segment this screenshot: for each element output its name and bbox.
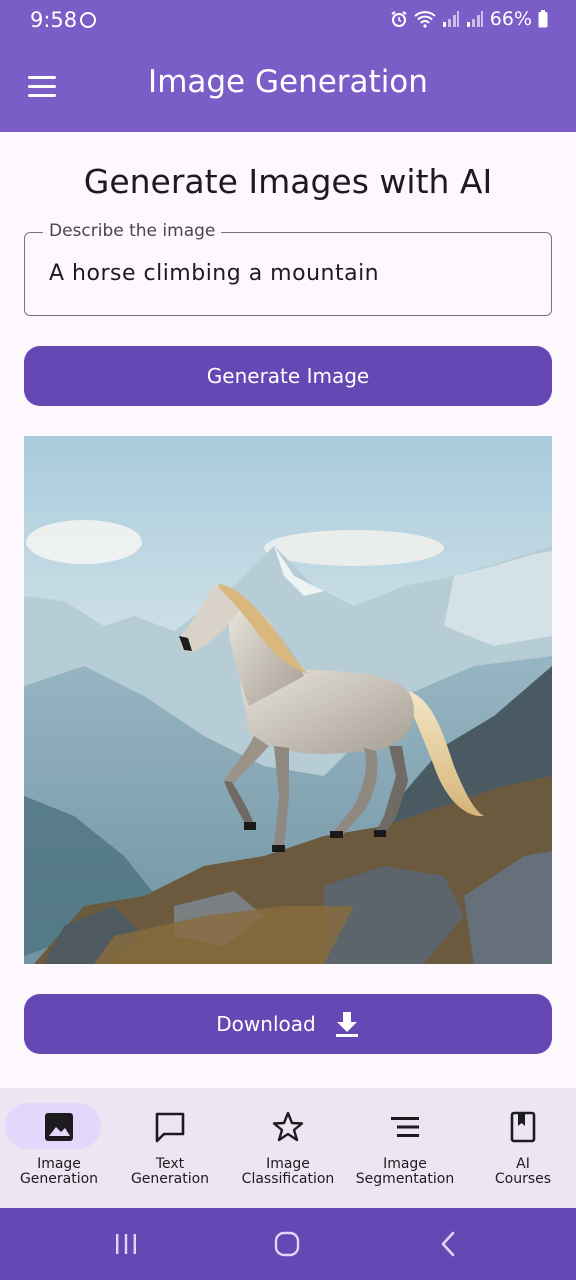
signal-icon	[466, 11, 483, 27]
section-heading: Generate Images with AI	[83, 162, 493, 201]
signal-icon	[442, 11, 459, 27]
download-icon	[335, 1012, 358, 1037]
app-bar: Image Generation	[0, 42, 576, 132]
download-label: Download	[216, 1012, 316, 1036]
image-icon	[45, 1113, 73, 1141]
nav-item-text-generation[interactable]: Text Generation	[111, 1088, 229, 1208]
prompt-value[interactable]: A horse climbing a mountain	[49, 261, 379, 286]
nav-item-image-classification[interactable]: Image Classification	[229, 1088, 347, 1208]
status-time: 9:58	[30, 8, 78, 32]
chat-bubble-icon	[155, 1112, 185, 1143]
alarm-icon	[391, 11, 407, 27]
bottom-navigation: Image Generation Text Generation Image C…	[0, 1088, 576, 1208]
book-icon	[510, 1111, 536, 1143]
prompt-label: Describe the image	[43, 221, 222, 241]
nav-item-image-generation[interactable]: Image Generation	[0, 1088, 118, 1208]
battery-icon	[538, 10, 548, 28]
notification-icon	[80, 12, 96, 28]
nav-item-image-segmentation[interactable]: Image Segmentation	[346, 1088, 464, 1208]
back-icon[interactable]	[436, 1230, 460, 1258]
generate-image-button[interactable]: Generate Image	[24, 346, 552, 406]
page-title: Image Generation	[148, 64, 428, 100]
status-bar: 9:58 66%	[0, 0, 576, 42]
generate-image-label: Generate Image	[206, 364, 370, 388]
download-button[interactable]: Download	[24, 994, 552, 1054]
lines-icon	[391, 1117, 419, 1137]
status-icons: 66%	[390, 8, 548, 30]
recent-apps-icon[interactable]	[112, 1230, 140, 1258]
star-icon	[272, 1111, 304, 1142]
generated-image	[24, 436, 552, 964]
nav-item-ai-courses[interactable]: AI Courses	[464, 1088, 576, 1208]
nav-label: AI Courses	[494, 1156, 552, 1187]
wifi-icon	[414, 11, 436, 28]
battery-percent: 66%	[489, 8, 532, 30]
prompt-input[interactable]: Describe the image A horse climbing a mo…	[24, 221, 552, 316]
home-icon[interactable]	[272, 1230, 302, 1258]
system-navigation-bar	[0, 1208, 576, 1280]
